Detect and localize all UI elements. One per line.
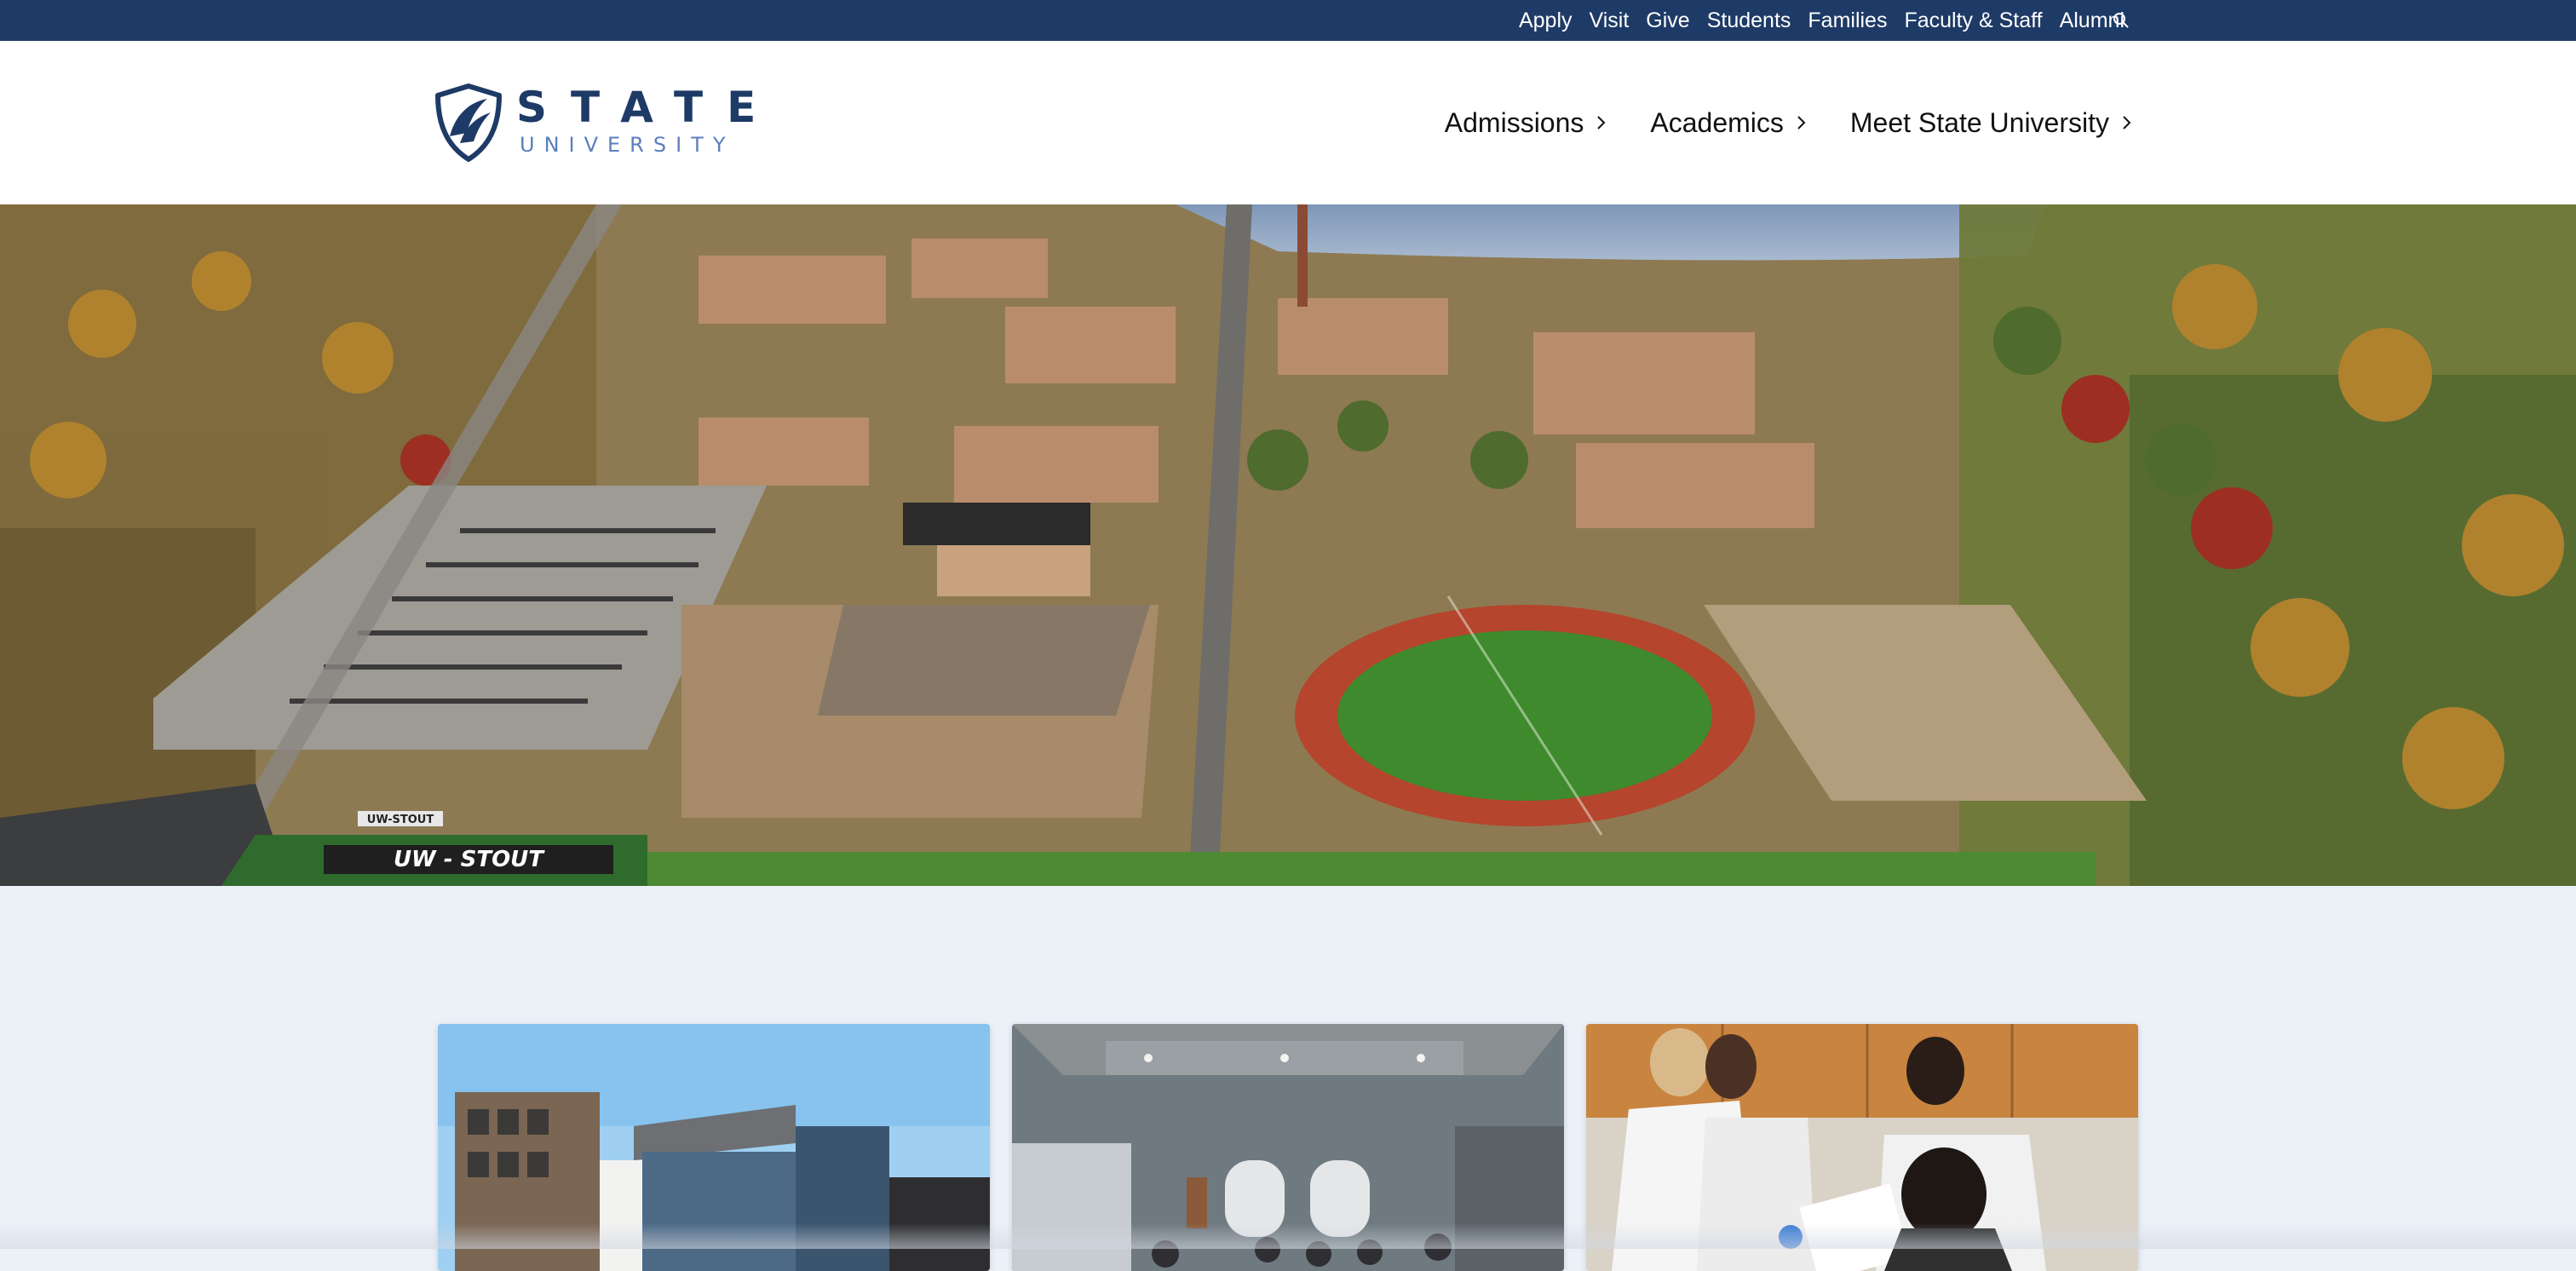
nav-item-label: Academics [1650,106,1784,138]
bottom-fade [0,1223,2576,1249]
search-icon[interactable] [2111,10,2131,31]
utility-link-families[interactable]: Families [1799,0,1895,41]
feature-cards [438,1024,2138,1271]
logo-wordmark-state: STATE [516,83,780,132]
hero-illustration: UW - STOUT UW-STOUT [0,204,2576,886]
utility-link-apply[interactable]: Apply [1510,0,1581,41]
site-logo[interactable]: STATE UNIVERSITY [434,83,756,162]
utility-link-faculty-staff[interactable]: Faculty & Staff [1895,0,2050,41]
shield-logo-icon [435,83,502,162]
utility-link-visit[interactable]: Visit [1581,0,1638,41]
main-nav: Admissions Academics Meet State Universi… [1445,82,2133,164]
site-header: STATE UNIVERSITY Admissions Academics Me… [0,41,2576,204]
chevron-right-icon [1597,116,1606,129]
nav-item-label: Admissions [1444,106,1584,138]
nav-item-academics[interactable]: Academics [1650,107,1808,139]
nav-item-label: Meet State University [1849,106,2109,138]
nav-item-admissions[interactable]: Admissions [1445,107,1608,139]
logo-wordmark-university: UNIVERSITY [520,133,735,157]
chevron-right-icon [2123,116,2131,129]
field-sign-text: UW - STOUT [394,847,545,872]
utility-bar: Apply Visit Give Students Families Facul… [0,0,2576,41]
nav-item-meet-state-university[interactable]: Meet State University [1850,107,2133,139]
utility-link-give[interactable]: Give [1637,0,1698,41]
hero-aerial-campus-image: UW - STOUT UW-STOUT [0,204,2576,886]
utility-link-students[interactable]: Students [1699,0,1800,41]
utility-nav: Apply Visit Give Students Families Facul… [1510,0,2133,41]
chevron-right-icon [1797,116,1806,129]
stands-sign-text: UW-STOUT [367,814,434,826]
